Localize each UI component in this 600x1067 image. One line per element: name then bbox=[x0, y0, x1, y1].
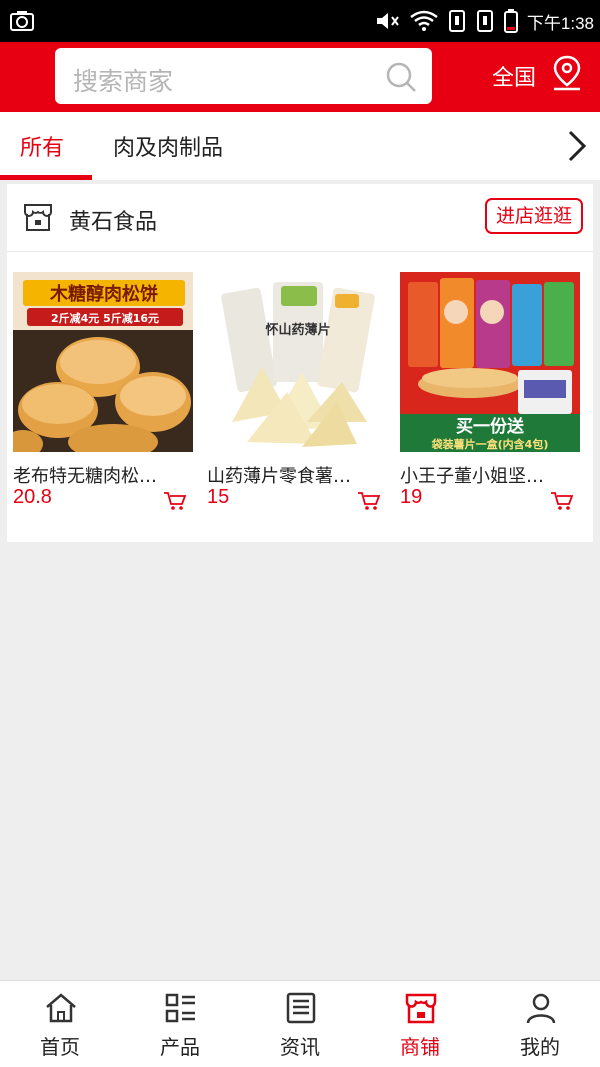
product-name[interactable]: 山药薄片零食薯… bbox=[207, 462, 387, 488]
nav-home[interactable]: 首页 bbox=[0, 981, 120, 1067]
bottom-navigation: 首页 产品 资讯 商铺 我的 bbox=[0, 980, 600, 1067]
shop-header: 黄石食品 进店逛逛 bbox=[7, 184, 593, 252]
tab-all[interactable]: 所有 bbox=[20, 130, 64, 162]
image-promo-big-text: 买一份送 bbox=[456, 416, 525, 437]
nav-news[interactable]: 资讯 bbox=[240, 981, 360, 1067]
product-image-potato-chips[interactable]: 买一份送 袋装薯片一盒(内含4包) bbox=[400, 272, 580, 452]
chevron-right-icon[interactable] bbox=[564, 128, 590, 164]
store-icon bbox=[24, 204, 52, 231]
status-bar: 下午1:38 bbox=[0, 0, 600, 42]
nav-shops-label: 商铺 bbox=[400, 1035, 440, 1059]
shop-icon bbox=[405, 993, 437, 1024]
add-to-cart-icon[interactable] bbox=[550, 490, 574, 512]
screenshot-icon bbox=[10, 11, 34, 31]
active-tab-indicator bbox=[0, 175, 92, 180]
product-card[interactable]: 怀山药薄片 山药薄片零食薯… 15 bbox=[207, 272, 387, 532]
search-placeholder: 搜索商家 bbox=[73, 67, 174, 96]
add-to-cart-icon[interactable] bbox=[357, 490, 381, 512]
header-bar: 搜索商家 全国 bbox=[0, 42, 600, 112]
region-selector[interactable]: 全国 bbox=[492, 60, 536, 92]
product-image-yam-chips[interactable]: 怀山药薄片 bbox=[207, 272, 387, 452]
nav-home-label: 首页 bbox=[40, 1035, 80, 1059]
location-pin-icon[interactable] bbox=[550, 54, 584, 92]
user-icon bbox=[526, 993, 556, 1024]
news-icon bbox=[286, 992, 316, 1024]
search-icon[interactable] bbox=[384, 60, 418, 94]
shop-card: 黄石食品 进店逛逛 木糖醇肉松饼 2斤减4元 5斤减16元 老布特无糖肉松… 2… bbox=[7, 184, 593, 542]
nav-mine-label: 我的 bbox=[520, 1035, 560, 1059]
nav-mine[interactable]: 我的 bbox=[480, 981, 600, 1067]
tab-meat-products[interactable]: 肉及肉制品 bbox=[113, 130, 223, 162]
product-name[interactable]: 老布特无糖肉松… bbox=[13, 462, 193, 488]
grid-list-icon bbox=[165, 993, 195, 1023]
category-tabs: 所有 肉及肉制品 bbox=[0, 112, 600, 180]
product-image-meat-floss-cake[interactable]: 木糖醇肉松饼 2斤减4元 5斤减16元 bbox=[13, 272, 193, 452]
clock: 下午1:38 bbox=[526, 13, 594, 33]
nav-shops[interactable]: 商铺 bbox=[360, 981, 480, 1067]
image-banner-text: 木糖醇肉松饼 bbox=[49, 283, 158, 305]
search-input[interactable]: 搜索商家 bbox=[55, 48, 432, 104]
add-to-cart-icon[interactable] bbox=[163, 490, 187, 512]
signal-icon-2 bbox=[476, 10, 493, 32]
nav-products-label: 产品 bbox=[160, 1035, 200, 1059]
wifi-icon bbox=[410, 10, 438, 31]
product-card[interactable]: 买一份送 袋装薯片一盒(内含4包) 小王子董小姐坚… 19 bbox=[400, 272, 580, 532]
mute-icon bbox=[376, 13, 399, 29]
nav-products[interactable]: 产品 bbox=[120, 981, 240, 1067]
image-promo-text: 2斤减4元 5斤减16元 bbox=[51, 311, 159, 325]
image-bag-text: 怀山药薄片 bbox=[265, 322, 330, 338]
home-icon bbox=[46, 993, 76, 1023]
product-price: 15 bbox=[207, 486, 230, 508]
battery-icon bbox=[503, 9, 518, 33]
shop-name: 黄石食品 bbox=[69, 210, 158, 235]
product-price: 20.8 bbox=[13, 486, 52, 508]
product-price: 19 bbox=[400, 486, 423, 508]
visit-shop-button[interactable]: 进店逛逛 bbox=[485, 198, 583, 234]
product-card[interactable]: 木糖醇肉松饼 2斤减4元 5斤减16元 老布特无糖肉松… 20.8 bbox=[13, 272, 193, 532]
product-name[interactable]: 小王子董小姐坚… bbox=[400, 462, 580, 488]
nav-news-label: 资讯 bbox=[280, 1035, 320, 1059]
image-promo-small-text: 袋装薯片一盒(内含4包) bbox=[431, 437, 549, 451]
signal-icon bbox=[448, 10, 465, 32]
